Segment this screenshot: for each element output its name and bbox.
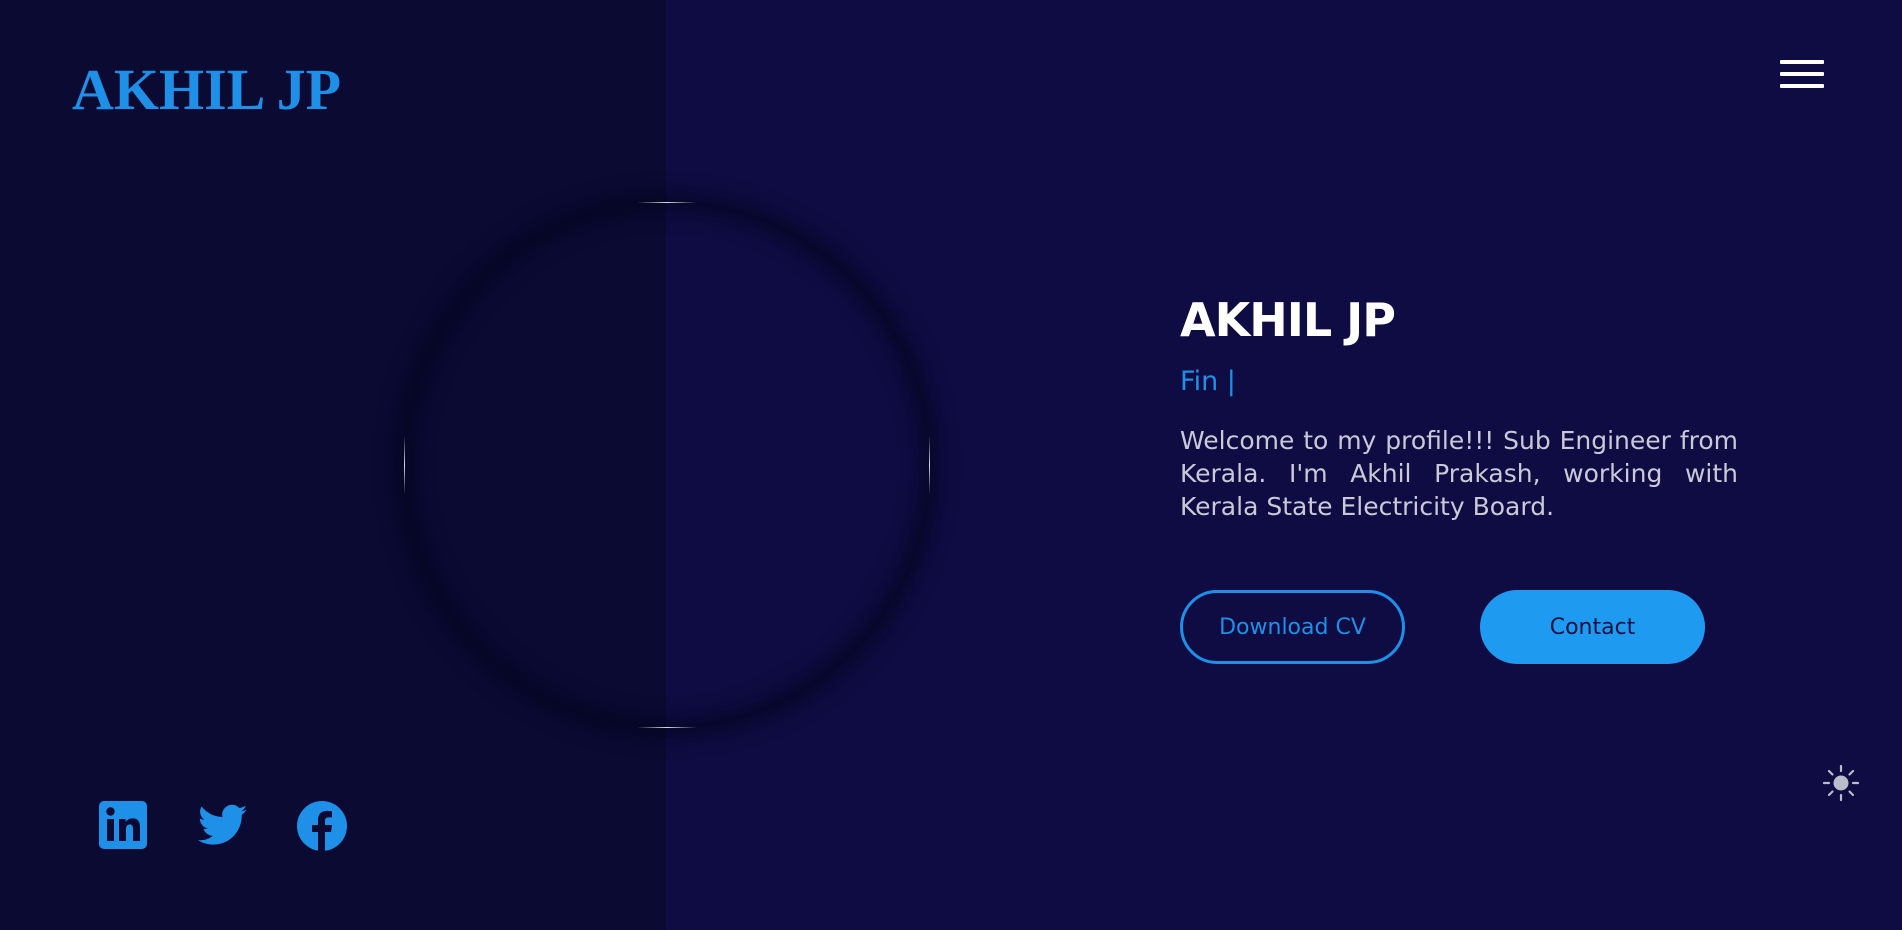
menu-bar-top: [1780, 60, 1824, 64]
twitter-icon-graphic: [197, 804, 248, 845]
sun-icon[interactable]: [1822, 764, 1860, 802]
hero-role-typing: Fin |: [1180, 362, 1738, 402]
hamburger-menu-icon[interactable]: [1778, 58, 1826, 92]
sun-icon-graphic: [1822, 764, 1860, 802]
twitter-icon[interactable]: [196, 800, 248, 852]
download-cv-button[interactable]: Download CV: [1180, 590, 1405, 664]
hero-name: AKHIL JP: [1180, 293, 1396, 347]
contact-button[interactable]: Contact: [1480, 590, 1705, 664]
hero-role-text: Fin: [1180, 366, 1219, 397]
frame-glint-right: [929, 435, 930, 495]
site-logo[interactable]: AKHIL JP: [72, 56, 341, 124]
menu-bar-bottom: [1780, 84, 1824, 88]
portfolio-page: AKHIL JP AKHIL JP Fin | Welcome to my pr…: [0, 0, 1902, 930]
menu-bar-middle: [1780, 72, 1824, 76]
linkedin-icon-graphic: [99, 801, 147, 849]
linkedin-icon[interactable]: [98, 800, 150, 852]
frame-glint-bottom: [637, 727, 697, 728]
typing-cursor: |: [1226, 366, 1236, 397]
profile-image-frame: [404, 202, 930, 728]
hero-actions: Download CV Contact: [1180, 590, 1740, 666]
hero-bio: Welcome to my profile!!! Sub Engineer fr…: [1180, 426, 1738, 521]
frame-glint-top: [637, 202, 697, 203]
frame-glint-left: [404, 435, 405, 495]
facebook-icon[interactable]: [296, 800, 348, 852]
facebook-icon-graphic: [297, 801, 347, 851]
hero-section: AKHIL JP Fin | Welcome to my profile!!! …: [1180, 290, 1738, 523]
